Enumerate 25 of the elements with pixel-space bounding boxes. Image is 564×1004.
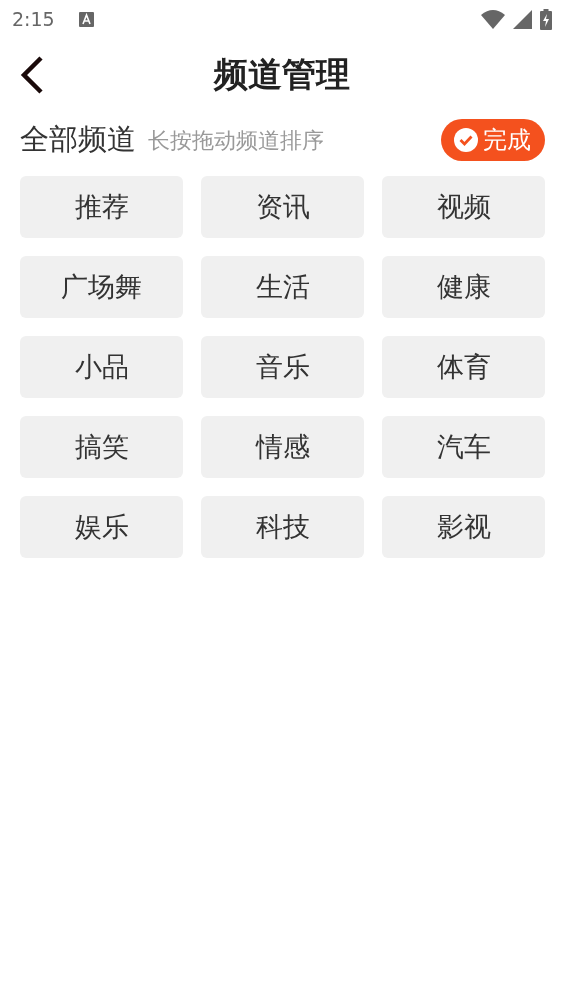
- channel-chip[interactable]: 搞笑: [20, 416, 183, 478]
- channel-chip[interactable]: 音乐: [201, 336, 364, 398]
- channel-chip[interactable]: 汽车: [382, 416, 545, 478]
- back-icon[interactable]: [20, 56, 44, 94]
- channel-chip[interactable]: 视频: [382, 176, 545, 238]
- hint-text: 长按拖动频道排序: [148, 126, 324, 155]
- section-title: 全部频道: [20, 121, 136, 159]
- channel-chip[interactable]: 广场舞: [20, 256, 183, 318]
- keyboard-notification-icon: [78, 11, 94, 27]
- page-title: 频道管理: [214, 52, 350, 96]
- channel-chip[interactable]: 娱乐: [20, 496, 183, 558]
- check-icon: [453, 127, 479, 153]
- battery-icon: [540, 8, 552, 30]
- channel-chip[interactable]: 健康: [382, 256, 545, 318]
- channel-chip[interactable]: 生活: [201, 256, 364, 318]
- wifi-icon: [481, 9, 505, 29]
- channel-chip[interactable]: 影视: [382, 496, 545, 558]
- channel-chip[interactable]: 推荐: [20, 176, 183, 238]
- signal-icon: [513, 9, 532, 29]
- channel-chip[interactable]: 体育: [382, 336, 545, 398]
- channel-chip[interactable]: 情感: [201, 416, 364, 478]
- status-time: 2:15: [12, 6, 55, 32]
- channel-chip[interactable]: 小品: [20, 336, 183, 398]
- channel-chip[interactable]: 资讯: [201, 176, 364, 238]
- channel-chip[interactable]: 科技: [201, 496, 364, 558]
